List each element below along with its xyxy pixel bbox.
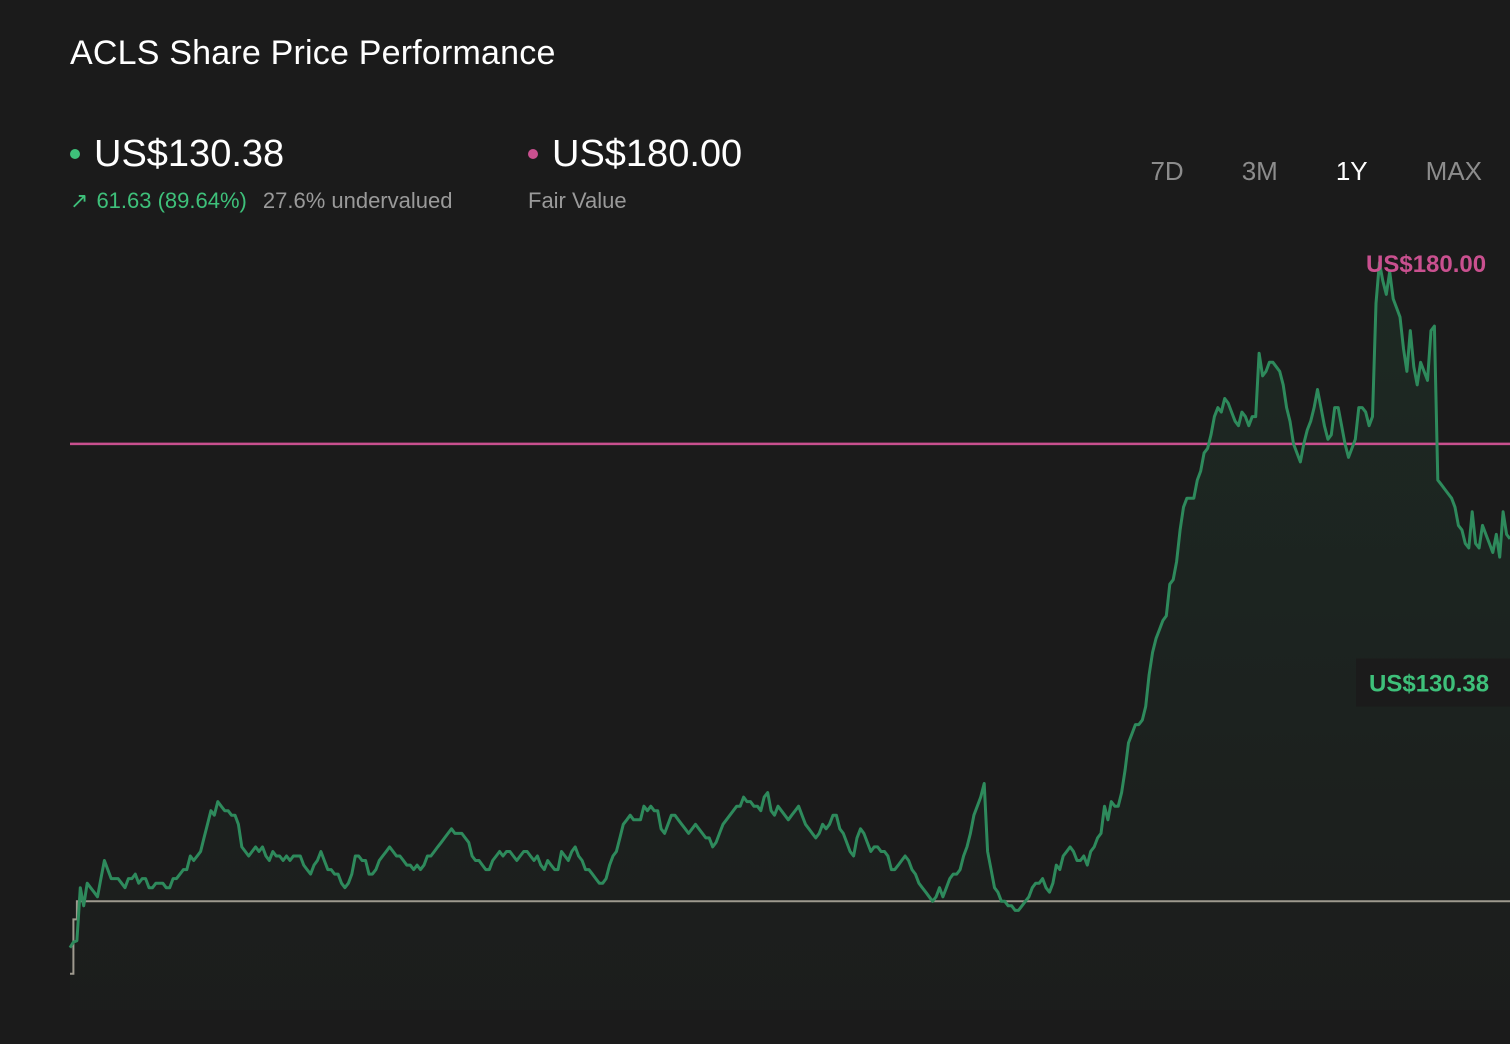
price-area — [70, 262, 1510, 1011]
fair-value-tag: US$180.00 — [1366, 251, 1486, 278]
current-price-tag: US$130.38 — [1369, 671, 1489, 698]
price-chart: US$180.00 US$130.38 — [68, 251, 1510, 1011]
